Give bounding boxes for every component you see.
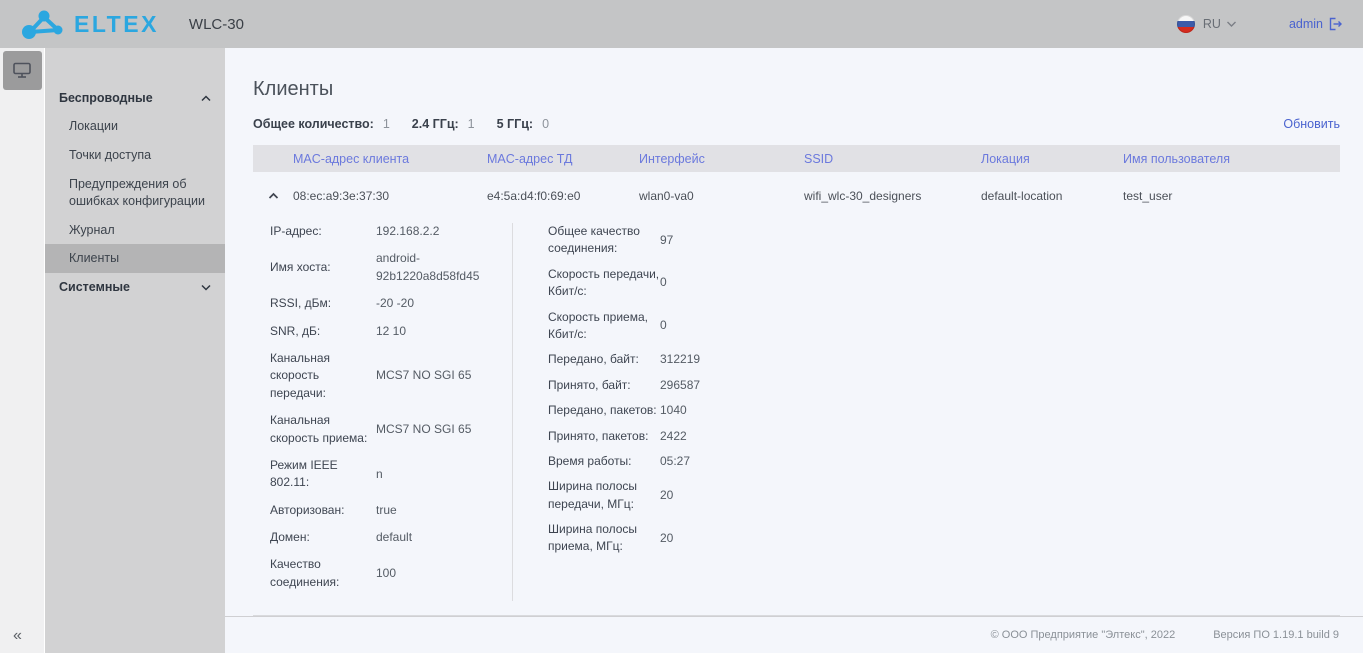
logged-in-user[interactable]: admin [1289, 17, 1343, 31]
detail-tx-packets: Передано, пакетов:1040 [548, 402, 1340, 419]
cell-interface: wlan0-va0 [639, 189, 804, 203]
count-2_4ghz-label: 2.4 ГГц: [412, 117, 459, 131]
cell-mac-client: 08:ec:a9:3e:37:30 [293, 189, 487, 203]
col-interface[interactable]: Интерфейс [639, 152, 804, 166]
sidebar-item-journal[interactable]: Журнал [45, 216, 225, 245]
detail-tx-bandwidth: Ширина полосы передачи, МГц:20 [548, 478, 1340, 513]
page-footer: © ООО Предприятие "Элтекс", 2022 Версия … [225, 616, 1363, 653]
sidebar-item-locations[interactable]: Локации [45, 112, 225, 141]
cell-username: test_user [1123, 189, 1340, 203]
chevron-down-icon [201, 284, 211, 291]
monitoring-mode-button[interactable] [3, 51, 42, 90]
detail-rx-channel-rate: Канальная скорость приема:MCS7 NO SGI 65 [270, 412, 498, 447]
detail-rx-bytes: Принято, байт:296587 [548, 377, 1340, 394]
col-ssid[interactable]: SSID [804, 152, 981, 166]
count-2_4ghz-value: 1 [468, 117, 475, 131]
collapse-row-icon[interactable] [253, 192, 293, 200]
detail-uptime: Время работы:05:27 [548, 453, 1340, 470]
logout-icon[interactable] [1329, 17, 1343, 31]
client-counts: Общее количество: 1 2.4 ГГц: 1 5 ГГц: 0 … [253, 117, 1340, 131]
col-location[interactable]: Локация [981, 152, 1123, 166]
page-title: Клиенты [253, 78, 1340, 101]
main-area: Клиенты Общее количество: 1 2.4 ГГц: 1 5… [225, 48, 1363, 653]
product-name: WLC-30 [189, 16, 244, 33]
count-total-label: Общее количество: [253, 117, 374, 131]
sidebar-nav: Беспроводные Локации Точки доступа Преду… [45, 48, 225, 653]
detail-overall-quality: Общее качество соединения:97 [548, 223, 1340, 258]
count-2_4ghz: 2.4 ГГц: 1 [412, 117, 475, 131]
cell-ssid: wifi_wlc-30_designers [804, 189, 981, 203]
eltex-molecule-icon [20, 8, 66, 40]
footer-copyright: © ООО Предприятие "Элтекс", 2022 [991, 629, 1176, 641]
sidebar-item-clients[interactable]: Клиенты [45, 244, 225, 273]
detail-domain: Домен:default [270, 529, 498, 546]
detail-ip-address: IP-адрес:192.168.2.2 [270, 223, 498, 240]
chevron-down-icon[interactable] [1226, 20, 1237, 28]
collapse-sidebar-button[interactable]: « [13, 627, 22, 645]
count-5ghz-value: 0 [542, 117, 549, 131]
monitor-icon [11, 61, 33, 80]
brand-text: ELTEX [74, 11, 159, 38]
detail-hostname: Имя хоста:android-92b1220a8d58fd45 [270, 250, 498, 285]
detail-authorized: Авторизован:true [270, 502, 498, 519]
col-mac-ap[interactable]: MAC-адрес ТД [487, 152, 639, 166]
cell-mac-ap: e4:5a:d4:f0:69:e0 [487, 189, 639, 203]
detail-rx-speed: Скорость приема, Кбит/с:0 [548, 309, 1340, 344]
col-username[interactable]: Имя пользователя [1123, 152, 1340, 166]
details-right-column: Общее качество соединения:97 Скорость пе… [513, 223, 1340, 601]
language-selector[interactable]: RU [1203, 17, 1221, 31]
detail-ieee-mode: Режим IEEE 802.11:n [270, 457, 498, 492]
sidebar-item-access-points[interactable]: Точки доступа [45, 141, 225, 170]
count-total-value: 1 [383, 117, 390, 131]
group-wireless-label: Беспроводные [59, 91, 153, 105]
count-total: Общее количество: 1 [253, 117, 390, 131]
group-system-label: Системные [59, 280, 130, 294]
refresh-button[interactable]: Обновить [1283, 117, 1340, 131]
details-left-column: IP-адрес:192.168.2.2 Имя хоста:android-9… [270, 223, 513, 601]
client-details-panel: IP-адрес:192.168.2.2 Имя хоста:android-9… [253, 223, 1340, 615]
clients-table-header: MAC-адрес клиента MAC-адрес ТД Интерфейс… [253, 145, 1340, 172]
left-rail: « [0, 48, 45, 653]
sidebar-group-system[interactable]: Системные [45, 273, 225, 301]
count-5ghz-label: 5 ГГц: [497, 117, 533, 131]
sidebar-item-config-warnings[interactable]: Предупреждения об ошибках конфигурации [45, 170, 225, 216]
chevron-up-icon [201, 95, 211, 102]
footer-version: Версия ПО 1.19.1 build 9 [1213, 629, 1339, 641]
detail-rx-bandwidth: Ширина полосы приема, МГц:20 [548, 521, 1340, 556]
eltex-logo: ELTEX [20, 8, 159, 40]
username-label: admin [1289, 17, 1323, 31]
detail-rx-packets: Принято, пакетов:2422 [548, 428, 1340, 445]
detail-tx-speed: Скорость передачи, Кбит/с:0 [548, 266, 1340, 301]
russian-flag-icon [1177, 15, 1195, 33]
detail-tx-channel-rate: Канальная скорость передачи:MCS7 NO SGI … [270, 350, 498, 402]
detail-rssi: RSSI, дБм:-20 -20 [270, 295, 498, 312]
cell-location: default-location [981, 189, 1123, 203]
detail-snr: SNR, дБ:12 10 [270, 323, 498, 340]
count-5ghz: 5 ГГц: 0 [497, 117, 549, 131]
detail-tx-bytes: Передано, байт:312219 [548, 351, 1340, 368]
client-table-row[interactable]: 08:ec:a9:3e:37:30 e4:5a:d4:f0:69:e0 wlan… [253, 172, 1340, 223]
app-header: ELTEX WLC-30 RU admin [0, 0, 1363, 48]
detail-link-quality: Качество соединения:100 [270, 556, 498, 591]
sidebar-group-wireless[interactable]: Беспроводные [45, 84, 225, 112]
col-mac-client[interactable]: MAC-адрес клиента [293, 152, 487, 166]
